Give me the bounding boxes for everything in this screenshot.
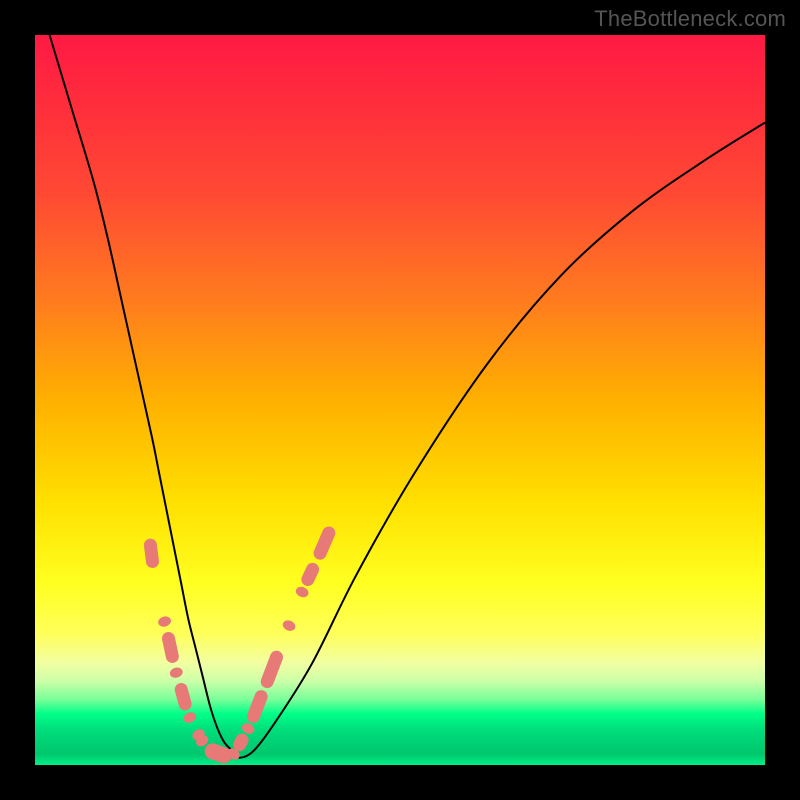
coral-marker <box>281 619 297 633</box>
watermark-text: TheBottleneck.com <box>594 6 786 32</box>
coral-marker <box>294 585 310 599</box>
coral-marker <box>312 524 338 561</box>
chart-frame: TheBottleneck.com <box>0 0 800 800</box>
coral-markers <box>143 524 337 765</box>
coral-marker <box>143 538 160 569</box>
coral-marker <box>299 561 321 588</box>
coral-marker <box>182 710 198 724</box>
curve-layer <box>35 35 765 765</box>
coral-marker <box>169 666 184 679</box>
coral-marker <box>173 682 193 712</box>
coral-marker <box>259 649 285 690</box>
coral-marker <box>161 631 180 664</box>
coral-marker <box>245 688 270 725</box>
bottleneck-curve <box>50 35 765 758</box>
coral-marker <box>157 615 172 628</box>
plot-area <box>35 35 765 765</box>
